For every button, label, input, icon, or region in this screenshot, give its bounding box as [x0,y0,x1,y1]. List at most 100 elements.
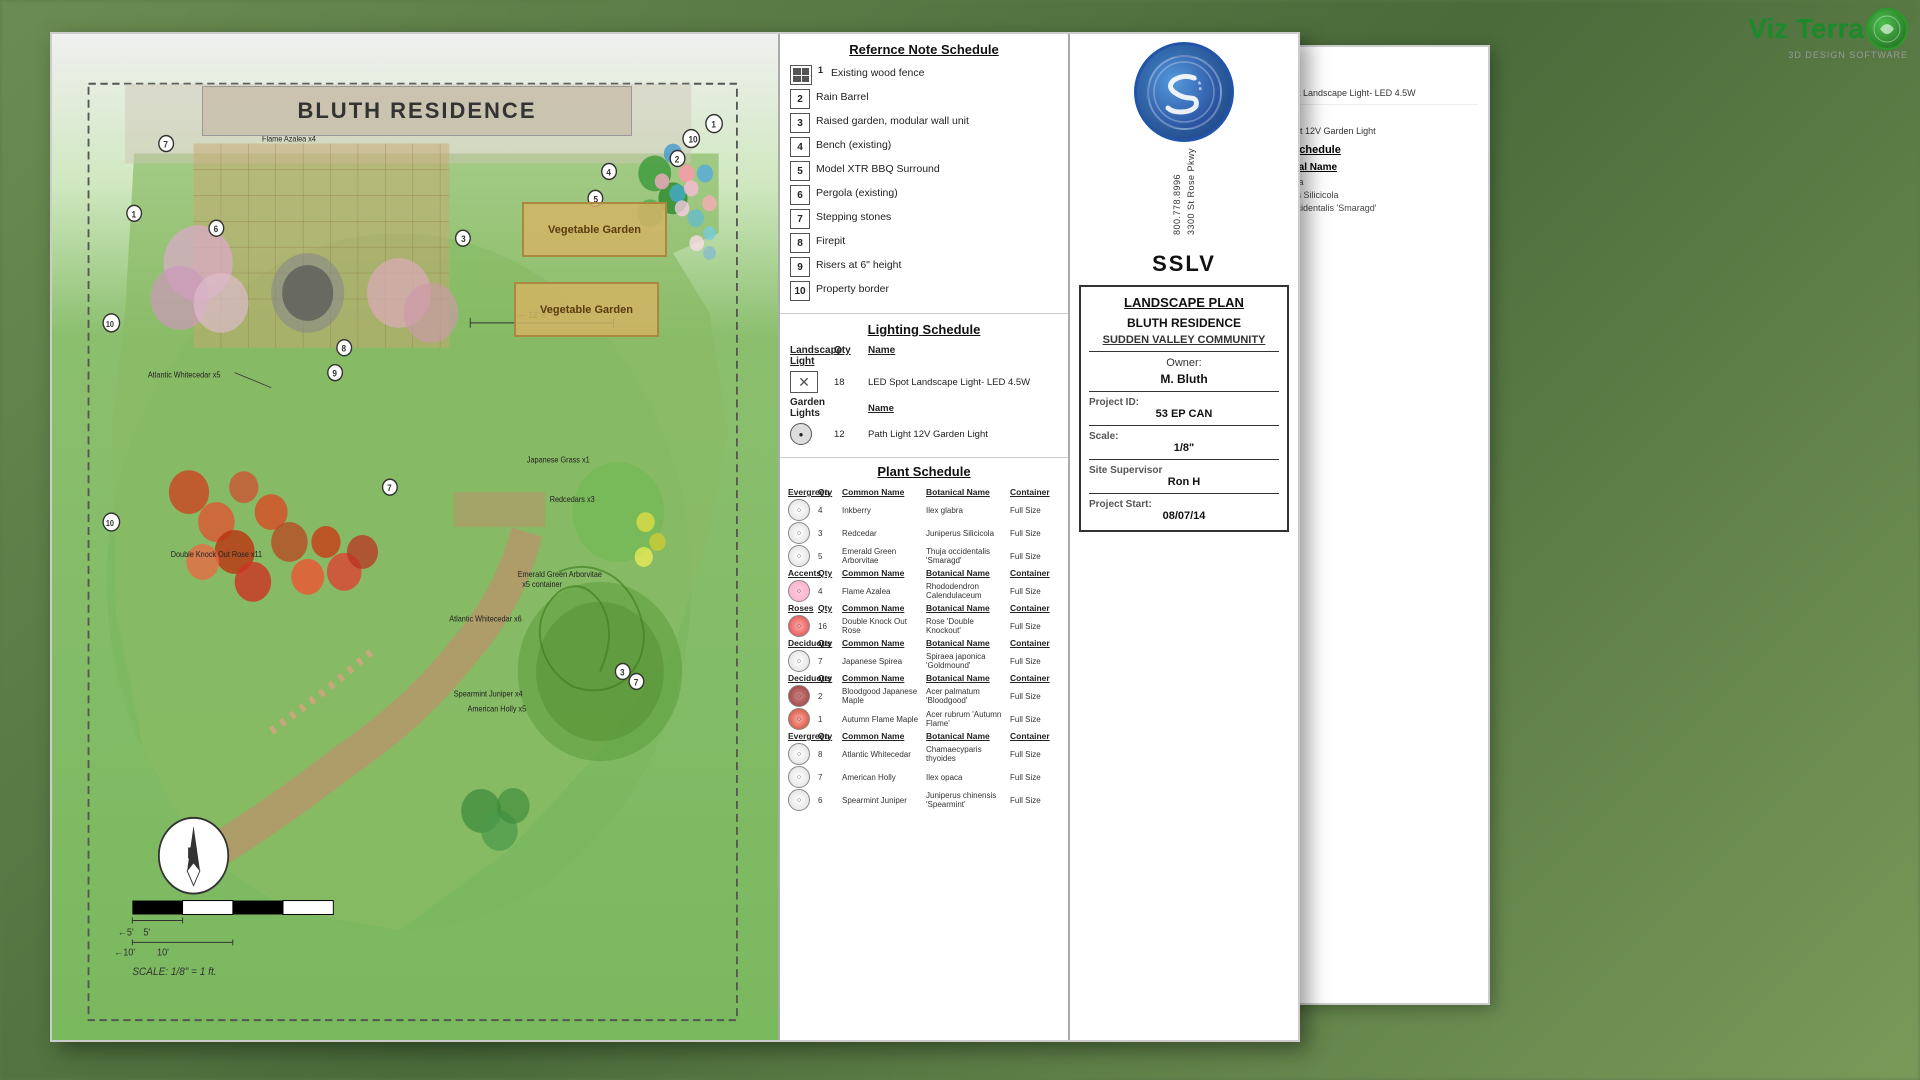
ref-num-10: 10 [790,281,810,301]
plant-col-botanical-roses: Botanical Name [926,603,1008,613]
ref-icon-1 [790,65,812,85]
right-schedule-panel: Refernce Note Schedule 1 Existing wood f… [778,34,1068,1040]
sslv-address: 3300 St Rose Pkwy [1186,148,1196,235]
plant-col-qty-roses: Qty [818,603,840,613]
sslv-divider-2 [1089,391,1279,392]
svg-text:8: 8 [341,343,346,353]
plant-header-deciduous2: Deciduous Qty Common Name Botanical Name… [788,673,1060,683]
plant-header-accents: Accents Qty Common Name Botanical Name C… [788,568,1060,578]
plant-botanical-azalea: Rhododendron Calendulaceum [926,582,1008,600]
svg-text:Japanese Grass x1: Japanese Grass x1 [527,455,590,464]
garden-light-qty: 12 [834,429,864,440]
lighting-schedule: Lighting Schedule Landscape Light Qty Na… [780,314,1068,458]
plant-col-qty: Qty [818,487,840,497]
plant-icon-dec1: ○ [788,650,810,672]
plant-container-bloodgood: Full Size [1010,692,1060,701]
garden-plan-area: Atlantic Whitecedar x5 Double Knock Out … [52,34,778,1040]
sslv-project-name: BLUTH RESIDENCE [1089,316,1279,330]
landscape-light-icon: ✕ [790,371,818,393]
plant-botanical-autumnflame: Acer rubrum 'Autumn Flame' [926,710,1008,728]
svg-text:American Holly x5: American Holly x5 [468,704,527,713]
plant-container-arborvitae: Full Size [1010,552,1060,561]
plant-col-common-acc: Common Name [842,568,924,578]
plant-col-botanical-dec1: Botanical Name [926,638,1008,648]
sslv-start-date: 08/07/14 [1089,510,1279,522]
ref-label-7: Stepping stones [816,211,891,225]
svg-text:3: 3 [461,234,466,244]
plant-col-botanical-acc: Botanical Name [926,568,1008,578]
plant-row-redcedar: ○ 3 Redcedar Juniperus Silicicola Full S… [788,522,1060,544]
svg-text:10: 10 [689,134,698,144]
lighting-col-light: Landscape Light [790,345,830,367]
sslv-scale-label: Scale: [1089,431,1279,442]
plant-row-spirea: ○ 7 Japanese Spirea Spiraea japonica 'Go… [788,650,1060,672]
ref-label-9: Risers at 6" height [816,259,901,273]
plant-row-spearmint: ○ 6 Spearmint Juniper Juniperus chinensi… [788,789,1060,811]
sslv-logo-inner [1147,55,1222,130]
garden-lights-name-col: Name [868,403,1058,414]
plant-icon-dec3: ○ [788,708,810,730]
lighting-col-qty: Qty [834,345,864,367]
ref-label-10: Property border [816,283,889,297]
svg-text:1: 1 [711,119,716,129]
plant-container-whitecedar: Full Size [1010,750,1060,759]
svg-text:7: 7 [634,677,639,687]
plant-icon-evergreen3: ○ [788,545,810,567]
ref-label-6: Pergola (existing) [816,187,898,201]
vizterra-logo: Viz Terra 3D DESIGN SOFTWARE [1748,8,1908,60]
sslv-community: SUDDEN VALLEY COMMUNITY [1089,334,1279,346]
ref-item-8: 8 Firepit [790,233,1058,253]
plant-icon-evergreen1: ○ [788,499,810,521]
lighting-row-1: ✕ 18 LED Spot Landscape Light- LED 4.5W [790,371,1058,393]
plant-row-whitecedar: ○ 8 Atlantic Whitecedar Chamaecyparis th… [788,743,1060,765]
ref-item-4: 4 Bench (existing) [790,137,1058,157]
ref-num-3: 3 [790,113,810,133]
plant-col-common-dec2: Common Name [842,673,924,683]
garden-light-icon: ● [790,423,812,445]
sslv-divider-4 [1089,459,1279,460]
plant-row-americanholly: ○ 7 American Holly Ilex opaca Full Size [788,766,1060,788]
plant-icon-rose1: ○ [788,615,810,637]
svg-text:10: 10 [106,320,114,329]
plant-common-spearmint: Spearmint Juniper [842,796,924,805]
plant-schedule-title: Plant Schedule [788,464,1060,479]
ref-label-5: Model XTR BBQ Surround [816,163,940,177]
plant-common-inkberry: Inkberry [842,506,924,515]
plant-botanical-spirea: Spiraea japonica 'Goldmound' [926,652,1008,670]
sslv-scale: 1/8" [1089,442,1279,454]
ref-label-2: Rain Barrel [816,91,869,105]
plant-botanical-inkberry: Ilex glabra [926,506,1008,515]
lighting-header: Landscape Light Qty Name [790,345,1058,367]
plant-common-whitecedar: Atlantic Whitecedar [842,750,924,759]
plant-icon-dec2: ○ [788,685,810,707]
sslv-info-box: LANDSCAPE PLAN BLUTH RESIDENCE SUDDEN VA… [1079,285,1289,532]
ref-num-label-1: 1 [818,65,823,75]
svg-text:6: 6 [214,224,219,234]
plant-container-redcedar: Full Size [1010,529,1060,538]
plant-container-azalea: Full Size [1010,587,1060,596]
plant-col-container: Container [1010,487,1060,497]
sslv-panel: 800.778.8996 3300 St Rose Pkwy SSLV LAND… [1068,34,1298,1040]
ref-num-8: 8 [790,233,810,253]
plant-common-bloodgood: Bloodgood Japanese Maple [842,687,924,705]
plant-col-qty-dec2: Qty [818,673,840,683]
plant-icon-evergreen2: ○ [788,522,810,544]
plant-header-evergreen: Evergreen Qty Common Name Botanical Name… [788,487,1060,497]
plant-icon-ev2-3: ○ [788,789,810,811]
svg-text:←10': ←10' [114,947,135,958]
plant-col-container-roses: Container [1010,603,1060,613]
plant-row-arborvitae: ○ 5 Emerald Green Arborvitae Thuja occid… [788,545,1060,567]
lighting-row-2: Garden Lights Name [790,397,1058,419]
plant-common-autumnflame: Autumn Flame Maple [842,715,924,724]
plant-col-common-roses: Common Name [842,603,924,613]
svg-text:4: 4 [606,167,611,177]
plant-col-common-dec1: Common Name [842,638,924,648]
plant-botanical-redcedar: Juniperus Silicicola [926,529,1008,538]
ref-item-7: 7 Stepping stones [790,209,1058,229]
sslv-supervisor: Ron H [1089,476,1279,488]
sslv-supervisor-label: Site Supervisor [1089,465,1279,476]
svg-text:7: 7 [387,483,392,493]
plant-container-spirea: Full Size [1010,657,1060,666]
lighting-row-3: ● 12 Path Light 12V Garden Light [790,423,1058,445]
plant-qty-inkberry: 4 [818,506,840,515]
